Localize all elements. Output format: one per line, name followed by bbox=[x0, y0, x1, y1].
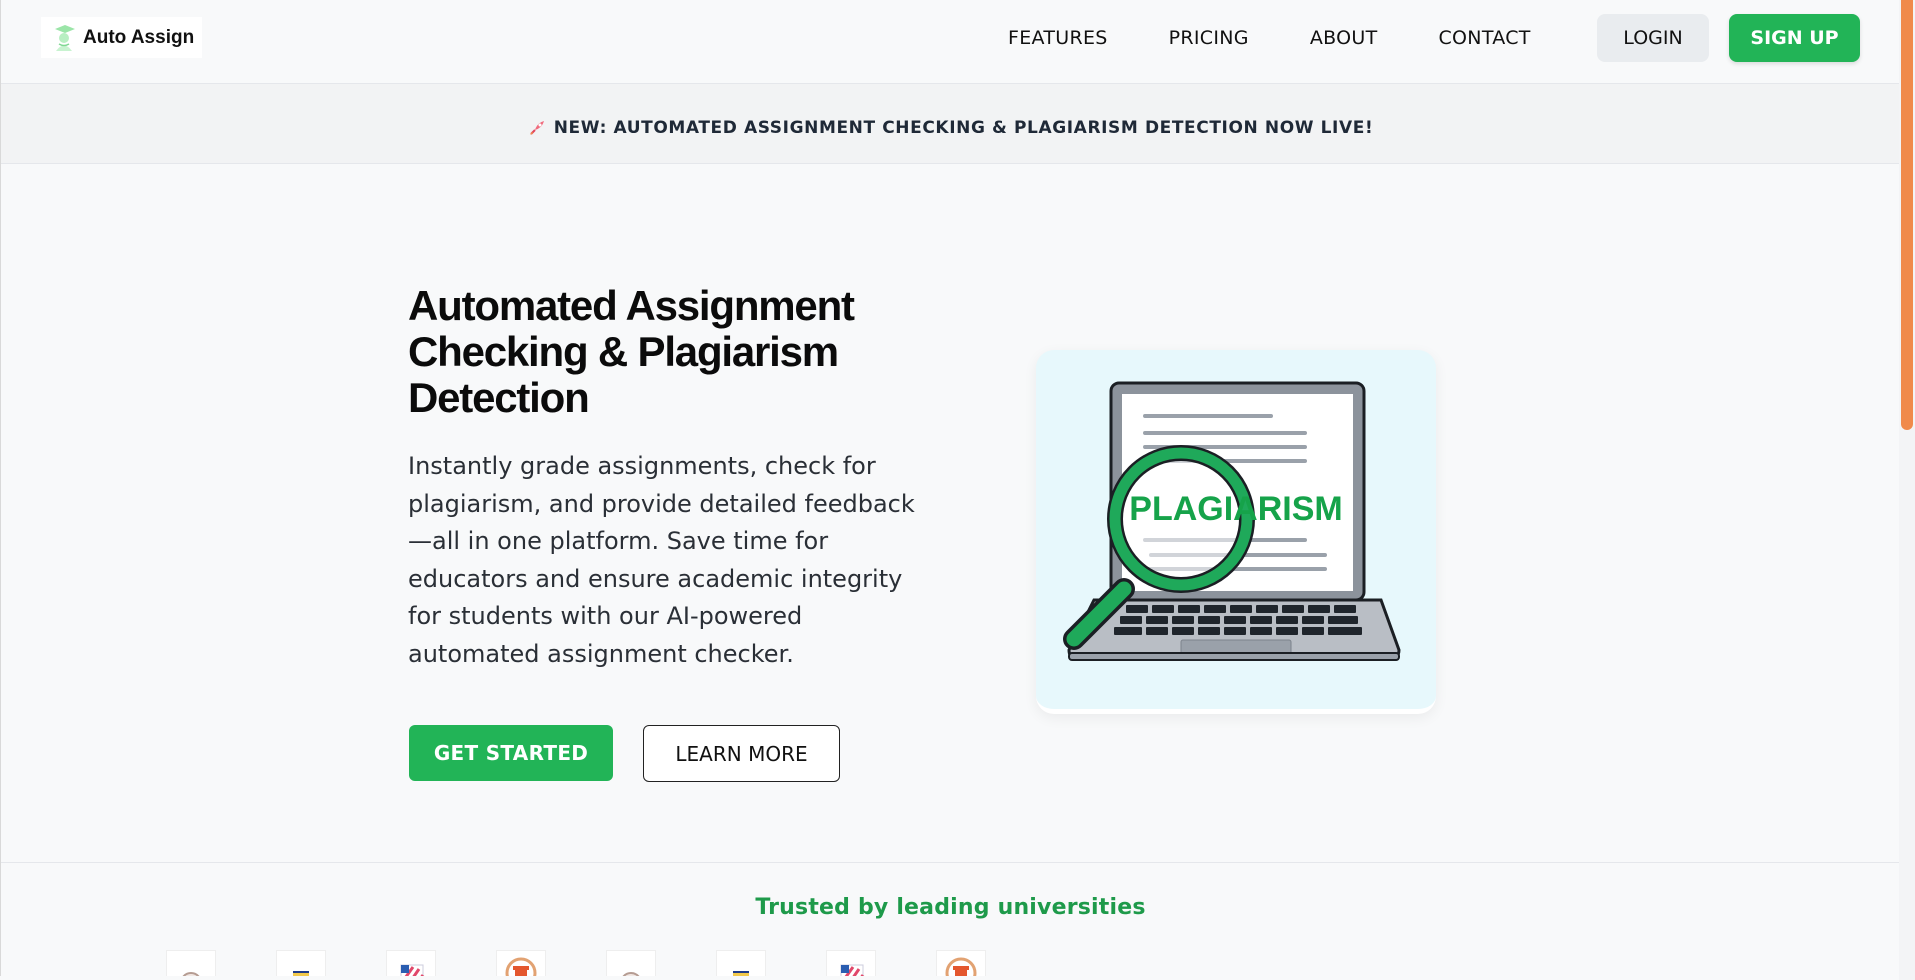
navbar: Auto Assign FEATURES PRICING ABOUT CONTA… bbox=[1, 0, 1899, 84]
nav-link-pricing[interactable]: PRICING bbox=[1169, 22, 1249, 54]
plagiarism-laptop-illustration: PLAGIARISM bbox=[1063, 381, 1401, 661]
signup-button[interactable]: SIGN UP bbox=[1729, 14, 1860, 62]
nav-link-features[interactable]: FEATURES bbox=[1008, 22, 1108, 54]
striped-flag-icon bbox=[826, 950, 876, 976]
page-scrollbar[interactable] bbox=[1899, 0, 1915, 980]
university-logo-row bbox=[166, 950, 986, 976]
shield-crest-icon bbox=[276, 950, 326, 976]
trusted-section: Trusted by leading universities bbox=[1, 862, 1899, 976]
rocket-icon bbox=[529, 120, 544, 135]
trusted-title: Trusted by leading universities bbox=[755, 895, 1146, 920]
login-button[interactable]: LOGIN bbox=[1597, 14, 1709, 62]
hero-illustration-card: PLAGIARISM bbox=[1036, 350, 1436, 714]
learn-more-button[interactable]: LEARN MORE bbox=[643, 725, 840, 782]
announcement-text: NEW: AUTOMATED ASSIGNMENT CHECKING & PLA… bbox=[553, 117, 1374, 138]
brand-logo[interactable]: Auto Assign bbox=[41, 17, 202, 58]
hero-description: Instantly grade assignments, check for p… bbox=[408, 452, 915, 668]
brand-name: Auto Assign bbox=[83, 26, 195, 48]
university-seal-icon bbox=[166, 950, 216, 976]
nav-links: FEATURES PRICING ABOUT CONTACT bbox=[991, 22, 1531, 54]
page: Auto Assign FEATURES PRICING ABOUT CONTA… bbox=[0, 0, 1899, 976]
graduate-logo-icon bbox=[55, 24, 75, 51]
hero-title: Automated Assignment Checking & Plagiari… bbox=[408, 282, 855, 421]
announcement-bar: NEW: AUTOMATED ASSIGNMENT CHECKING & PLA… bbox=[1, 84, 1899, 164]
scrollbar-thumb[interactable] bbox=[1901, 0, 1913, 430]
striped-flag-icon bbox=[386, 950, 436, 976]
plagiarism-label: PLAGIARISM bbox=[1129, 490, 1342, 528]
column-emblem-icon bbox=[496, 950, 546, 976]
nav-link-contact[interactable]: CONTACT bbox=[1438, 22, 1530, 54]
column-emblem-icon bbox=[936, 950, 986, 976]
nav-link-about[interactable]: ABOUT bbox=[1310, 22, 1378, 54]
university-seal-icon bbox=[606, 950, 656, 976]
shield-crest-icon bbox=[716, 950, 766, 976]
get-started-button[interactable]: GET STARTED bbox=[409, 725, 613, 781]
